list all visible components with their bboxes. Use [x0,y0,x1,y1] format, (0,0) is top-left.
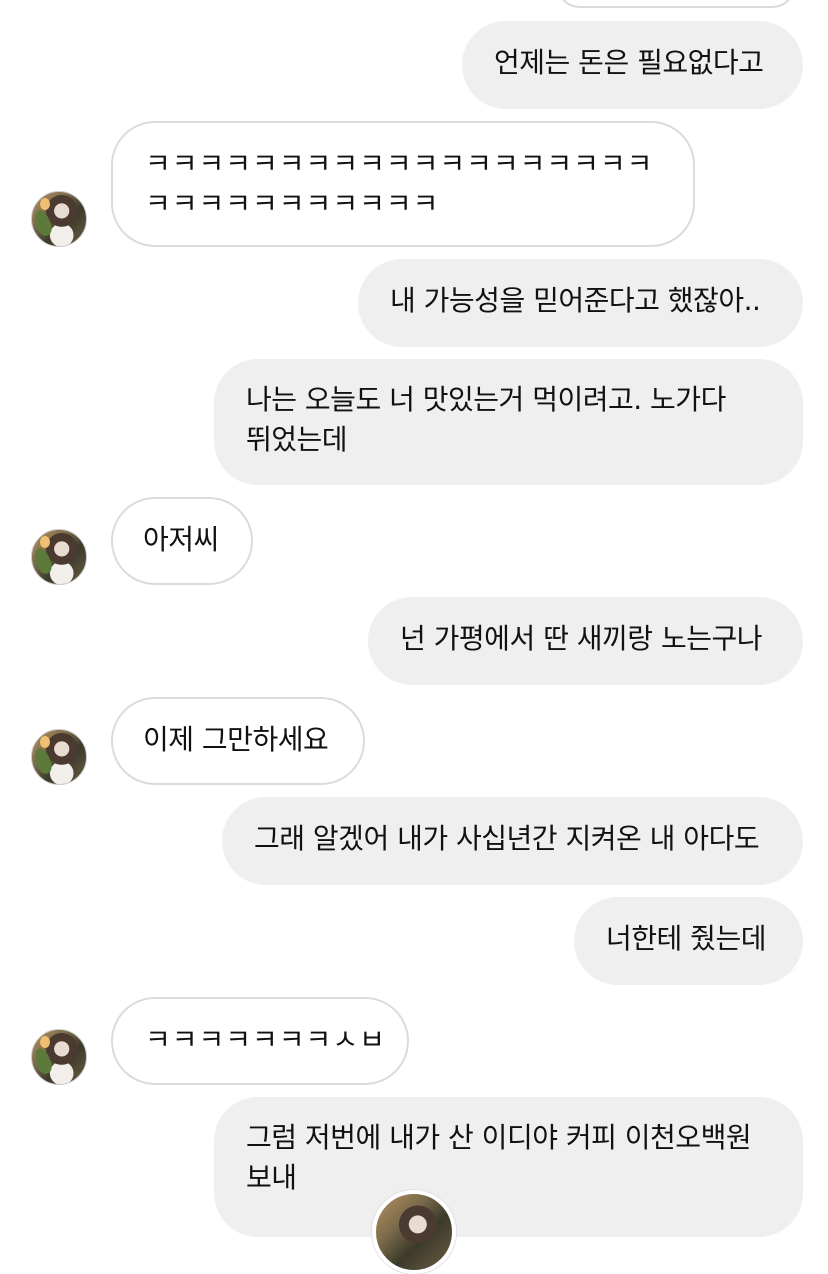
sent-message-bubble[interactable]: 내 가능성을 믿어준다고 했잖아.. [358,259,803,347]
sent-message-bubble[interactable]: 넌 가평에서 딴 새끼랑 노는구나 [368,597,803,685]
sent-message-bubble[interactable]: 그럼 저번에 내가 산 이디야 커피 이천오백원 보내 [214,1097,803,1237]
sent-message-bubble[interactable]: 너한테 줬는데 [574,897,803,985]
contact-avatar[interactable] [31,529,87,585]
message-text: 나는 오늘도 너 맛있는거 먹이려고. 노가다 뛰었는데 [246,383,726,456]
sent-message-bubble[interactable]: 나는 오늘도 너 맛있는거 먹이려고. 노가다 뛰었는데 [214,359,803,485]
received-message-bubble[interactable]: ㅋㅋㅋㅋㅋㅋㅋㅅㅂ [111,997,409,1085]
message-text: 내 가능성을 믿어준다고 했잖아.. [390,284,761,317]
contact-avatar[interactable] [31,191,87,247]
contact-avatar[interactable] [31,1029,87,1085]
sent-message-bubble[interactable]: 언제는 돈은 필요없다고 [462,21,803,109]
seen-avatar [372,1190,456,1274]
received-message-bubble[interactable]: 아저씨 [111,497,253,585]
message-text: 너한테 줬는데 [606,922,766,955]
message-text: ㅋㅋㅋㅋㅋㅋㅋㅋㅋㅋㅋㅋㅋㅋㅋㅋㅋㅋㅋㅋㅋㅋㅋㅋㅋㅋㅋㅋㅋㅋ [145,147,654,220]
message-text: ㅋㅋㅋㅋㅋㅋㅋㅅㅂ [145,1023,386,1056]
sent-message-bubble[interactable]: 그래 알겠어 내가 사십년간 지켜온 내 아다도 [222,797,803,885]
partial-message-bubble [556,0,796,8]
contact-avatar[interactable] [31,729,87,785]
message-text: 이제 그만하세요 [143,723,329,756]
message-text: 아저씨 [143,523,219,556]
message-text: 그럼 저번에 내가 산 이디야 커피 이천오백원 보내 [246,1121,752,1194]
message-text: 그래 알겠어 내가 사십년간 지켜온 내 아다도 [254,822,760,855]
received-message-bubble[interactable]: ㅋㅋㅋㅋㅋㅋㅋㅋㅋㅋㅋㅋㅋㅋㅋㅋㅋㅋㅋㅋㅋㅋㅋㅋㅋㅋㅋㅋㅋㅋ [111,121,695,247]
message-text: 언제는 돈은 필요없다고 [494,46,764,79]
message-text: 넌 가평에서 딴 새끼랑 노는구나 [400,622,762,655]
received-message-bubble[interactable]: 이제 그만하세요 [111,697,365,785]
